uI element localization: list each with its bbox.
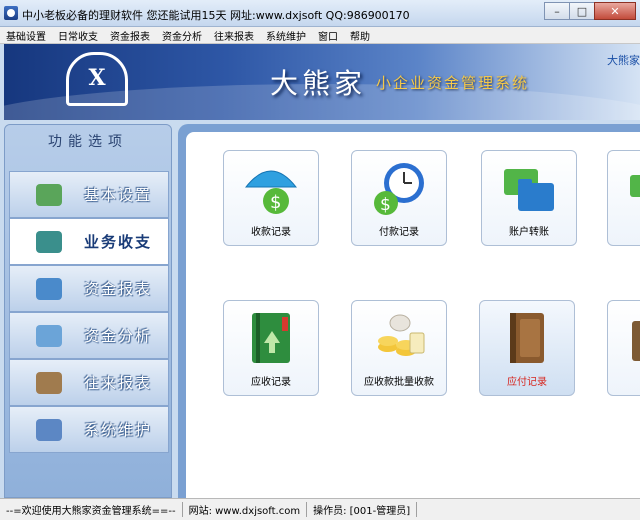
card-label: 付款记录 (379, 227, 419, 238)
main-panel: $ 收款记录 $ 付款记录 账户转账 应收记录 应收款批量收款 应付记录 (178, 124, 640, 498)
menu-basic-settings[interactable]: 基础设置 (6, 28, 46, 43)
function-list: 基本设置 业务收支 资金报表 资金分析 往来报表 系统维护 (9, 171, 169, 453)
card-receipt-records[interactable]: $ 收款记录 (223, 150, 319, 246)
menu-bar: 基础设置 日常收支 资金报表 资金分析 往来报表 系统维护 窗口 帮助 (0, 27, 640, 44)
menu-transaction-report[interactable]: 往来报表 (214, 28, 254, 43)
window-controls: – □ ✕ (544, 2, 636, 20)
banner-corner-text: 大熊家 (607, 54, 640, 67)
card-payable-partial[interactable]: 应 (607, 300, 640, 396)
side-item-basic-settings[interactable]: 基本设置 (9, 171, 169, 218)
card-account-transfer[interactable]: 账户转账 (481, 150, 577, 246)
coin-bag-icon (378, 314, 425, 356)
status-bar: --=欢迎使用大熊家资金管理系统==-- 网站: www.dxjsoft.com… (0, 498, 640, 520)
minimize-button[interactable]: – (544, 2, 570, 20)
brand-subtitle: 小企业资金管理系统 (376, 74, 530, 92)
printer-icon (36, 371, 62, 394)
card-label: 应收款批量收款 (364, 377, 434, 388)
side-item-label: 资金报表 (84, 280, 153, 298)
clock-dollar-icon: $ (374, 163, 424, 215)
magnifier-icon (36, 324, 62, 347)
card-label: 账户转账 (509, 227, 549, 238)
menu-fund-report[interactable]: 资金报表 (110, 28, 150, 43)
card-label: 账 (608, 223, 640, 238)
card-batch-receivable[interactable]: 应收款批量收款 (351, 300, 447, 396)
app-icon (4, 6, 18, 20)
side-item-fund-analysis[interactable]: 资金分析 (9, 312, 169, 359)
maximize-button[interactable]: □ (569, 2, 595, 20)
function-panel-header: 功能选项 (48, 134, 128, 150)
close-button[interactable]: ✕ (594, 2, 636, 20)
side-item-label: 资金分析 (84, 327, 153, 345)
side-item-fund-report[interactable]: 资金报表 (9, 265, 169, 312)
umbrella-dollar-icon: $ (244, 170, 298, 214)
window-title: 中小老板必备的理财软件 您还能试用15天 网址:www.dxjsoft QQ:9… (22, 9, 410, 22)
card-label: 应付记录 (507, 377, 547, 388)
globe-settings-icon (36, 183, 62, 206)
svg-text:$: $ (380, 195, 391, 215)
main-content: $ 收款记录 $ 付款记录 账户转账 应收记录 应收款批量收款 应付记录 (186, 132, 640, 498)
green-book-icon (252, 313, 290, 363)
card-label: 应 (608, 373, 640, 388)
side-item-label: 基本设置 (84, 186, 153, 204)
brand-name: 大熊家 (270, 67, 367, 100)
side-item-label: 业务收支 (84, 233, 153, 251)
menu-fund-analysis[interactable]: 资金分析 (162, 28, 202, 43)
book-icon (632, 321, 640, 361)
svg-text:$: $ (270, 192, 281, 213)
card-label: 收款记录 (251, 227, 291, 238)
function-panel: 功能选项 基本设置 业务收支 资金报表 资金分析 往来报表 系统维护 (4, 124, 172, 498)
card-account-partial[interactable]: 账 (607, 150, 640, 246)
folders-icon (504, 169, 554, 211)
status-operator: 操作员: [001-管理员] (307, 502, 418, 517)
book-stack-icon (36, 277, 62, 300)
menu-window[interactable]: 窗口 (318, 28, 338, 43)
header-banner: X 大熊家 小企业资金管理系统 大熊家 (4, 44, 640, 120)
side-item-label: 往来报表 (84, 374, 153, 392)
status-website: 网站: www.dxjsoft.com (183, 502, 308, 517)
tools-icon (36, 418, 62, 441)
side-item-transaction-report[interactable]: 往来报表 (9, 359, 169, 406)
menu-daily-income-expense[interactable]: 日常收支 (58, 28, 98, 43)
card-label: 应收记录 (251, 377, 291, 388)
status-welcome: --=欢迎使用大熊家资金管理系统==-- (0, 502, 183, 517)
card-receivable-records[interactable]: 应收记录 (223, 300, 319, 396)
title-bar: 中小老板必备的理财软件 您还能试用15天 网址:www.dxjsoft QQ:9… (0, 0, 640, 27)
brown-book-icon (510, 313, 544, 363)
card-payable-records[interactable]: 应付记录 (479, 300, 575, 396)
coins-stack-icon (36, 230, 62, 253)
menu-help[interactable]: 帮助 (350, 28, 370, 43)
card-payment-records[interactable]: $ 付款记录 (351, 150, 447, 246)
bear-logo-icon: X (66, 52, 128, 106)
side-item-system-maintenance[interactable]: 系统维护 (9, 406, 169, 453)
side-item-label: 系统维护 (84, 421, 153, 439)
logo-letter: X (88, 65, 106, 91)
menu-system-maintenance[interactable]: 系统维护 (266, 28, 306, 43)
side-item-business[interactable]: 业务收支 (9, 218, 169, 265)
folders-icon (630, 175, 640, 197)
